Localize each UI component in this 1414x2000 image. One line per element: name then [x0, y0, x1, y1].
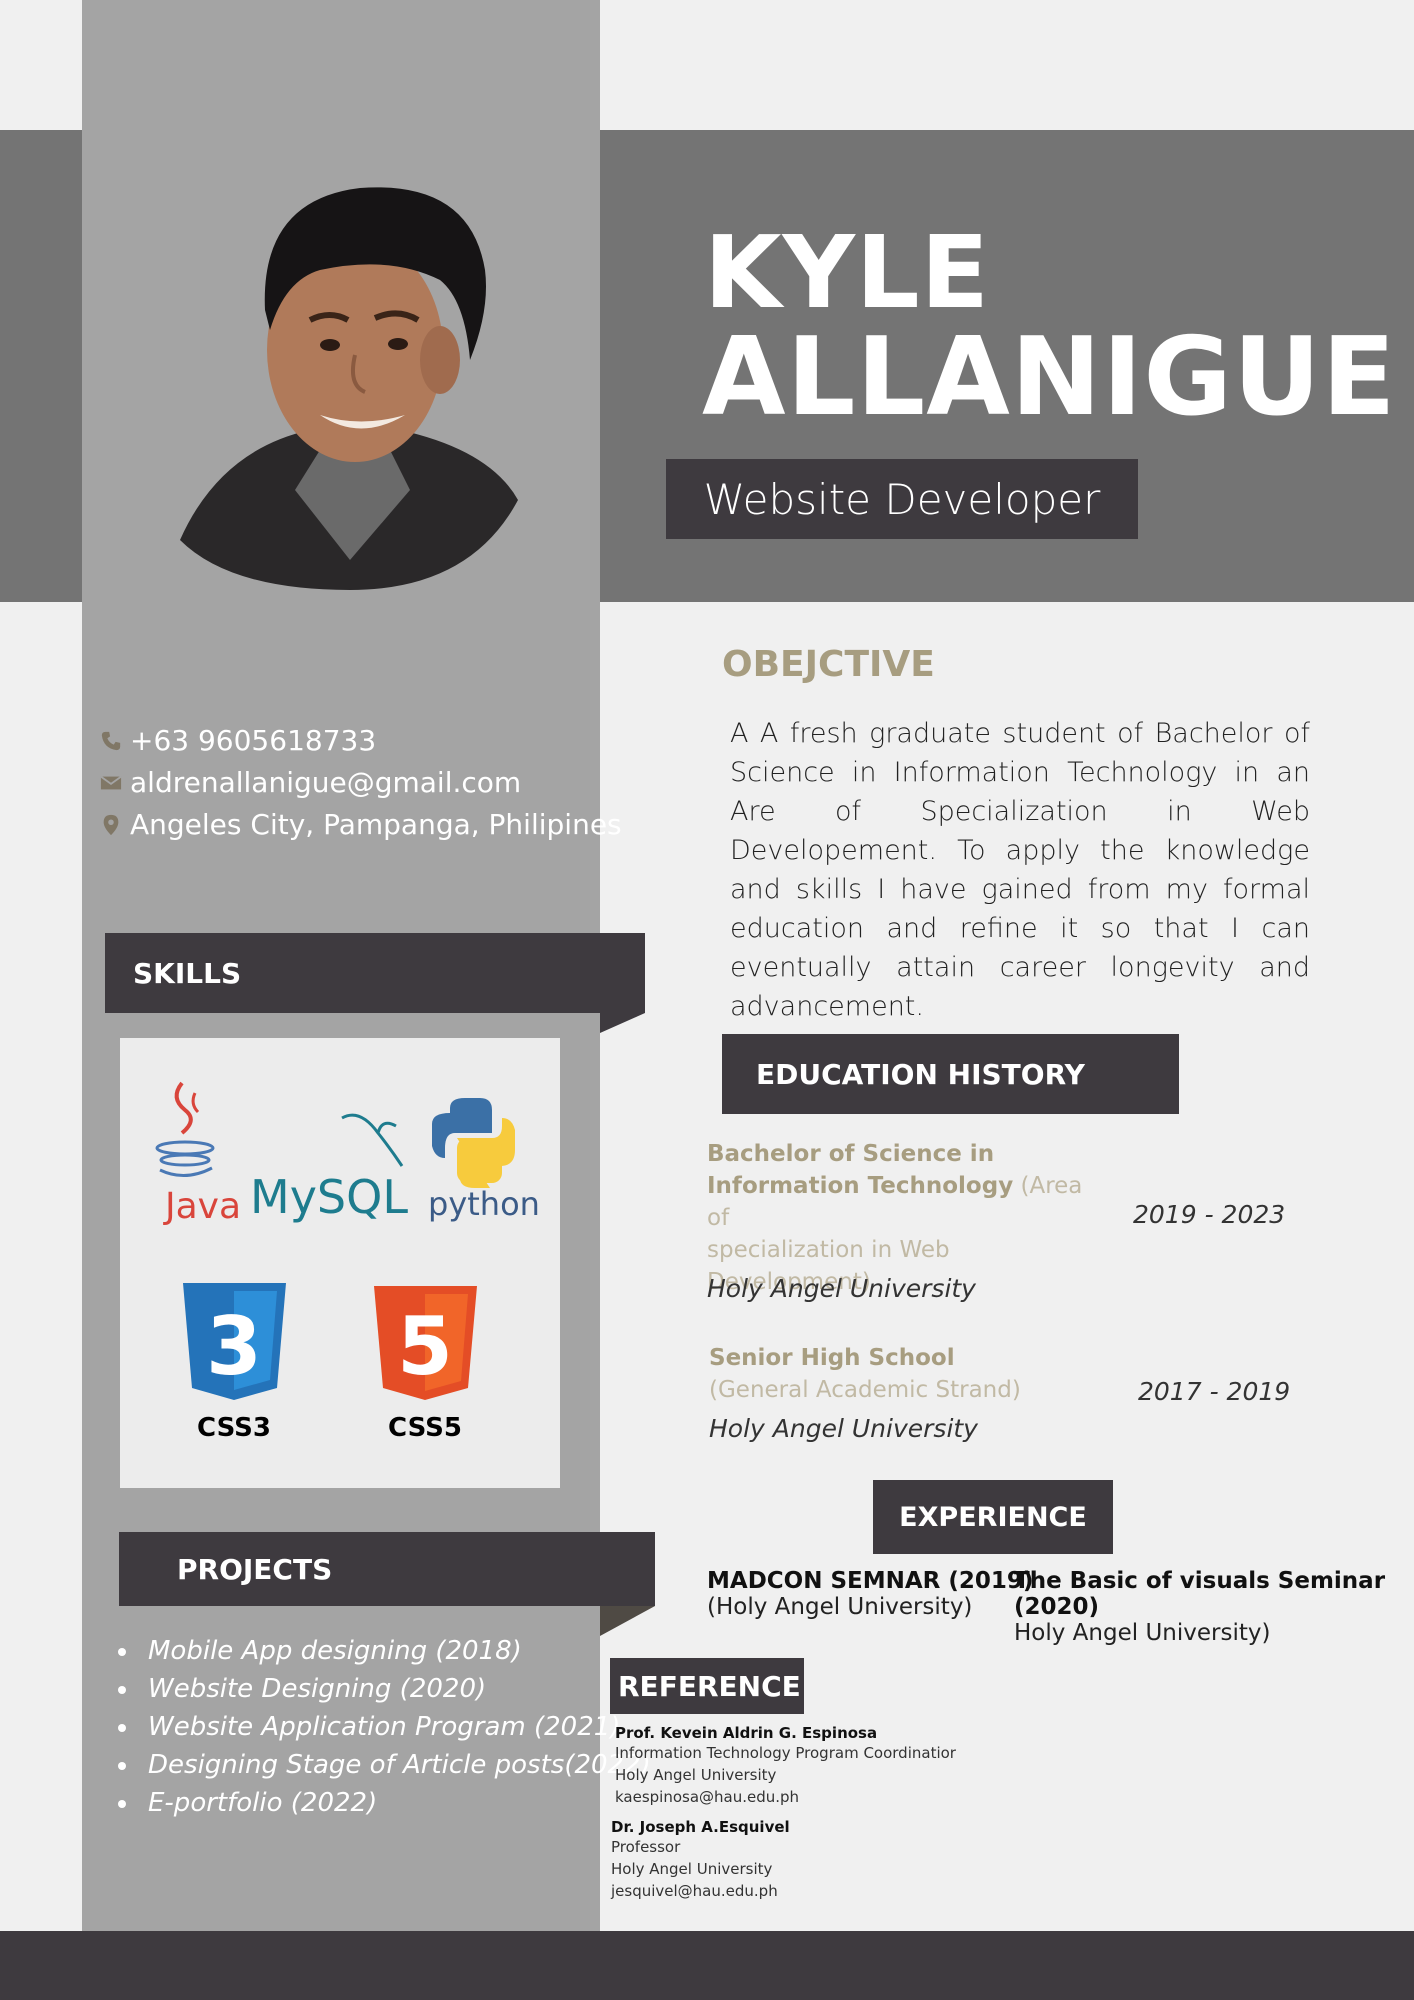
reference-position: Information Technology Program Coordinat… — [615, 1744, 956, 1762]
python-logo: python — [428, 1098, 540, 1223]
education-years: 2019 - 2023 — [1133, 1200, 1286, 1229]
experience-title: MADCON SEMNAR (2019) — [707, 1568, 1034, 1594]
experience-header: EXPERIENCE — [873, 1480, 1113, 1554]
list-item: Mobile App designing (2018) — [140, 1632, 651, 1670]
mysql-label: MySQL — [250, 1170, 408, 1224]
reference-org: Holy Angel University — [611, 1860, 773, 1878]
list-item: Website Application Program (2021) — [140, 1708, 651, 1746]
experience-entry: The Basic of visuals Seminar (2020) Holy… — [1014, 1568, 1414, 1646]
css3-logo: 3 CSS3 — [183, 1283, 286, 1443]
first-name: KYLE — [704, 214, 990, 331]
education-school: Holy Angel University — [709, 1414, 978, 1443]
svg-text:3: 3 — [206, 1300, 262, 1393]
contact-phone: +63 9605618733 — [100, 724, 376, 757]
reference-name: Prof. Kevein Aldrin G. Espinosa — [615, 1724, 878, 1742]
list-item: Designing Stage of Article posts(2022) — [140, 1746, 651, 1784]
contact-email: aldrenallanigue@gmail.com — [100, 766, 521, 799]
objective-title: OBEJCTIVE — [722, 644, 935, 685]
home-address: Angeles City, Pampanga, Philipines — [130, 808, 622, 841]
profile-photo — [180, 187, 518, 590]
footer-band — [0, 1931, 1414, 2000]
degree-line-2: Information Technology — [707, 1173, 1014, 1199]
email-address: aldrenallanigue@gmail.com — [130, 766, 522, 799]
objective-text: A A fresh graduate student of Bachelor o… — [730, 718, 1310, 1022]
list-item: Website Designing (2020) — [140, 1670, 651, 1708]
education-header: EDUCATION HISTORY — [722, 1034, 1179, 1114]
mail-icon — [100, 775, 122, 789]
location-pin-icon — [103, 814, 119, 835]
reference-position: Professor — [611, 1838, 681, 1856]
degree-line-1: Bachelor of Science in — [707, 1141, 995, 1167]
skills-header-fold — [600, 1013, 645, 1033]
skills-header: SKILLS — [105, 933, 645, 1013]
css5-label: CSS5 — [388, 1413, 462, 1443]
phone-number: +63 9605618733 — [130, 724, 377, 757]
job-title: Website Developer — [666, 459, 1138, 539]
projects-header: PROJECTS — [119, 1532, 655, 1606]
degree-note-2: specialization in Web — [707, 1237, 950, 1263]
skills-logo-panel: Java MySQL python 3 CSS3 5 CSS5 — [120, 1038, 560, 1488]
projects-list: Mobile App designing (2018) Website Desi… — [108, 1632, 651, 1822]
experience-entry: MADCON SEMNAR (2019) (Holy Angel Univers… — [707, 1568, 1033, 1620]
experience-org: Holy Angel University) — [1014, 1620, 1271, 1646]
java-label: Java — [163, 1186, 241, 1227]
reference-header: REFERENCE — [610, 1658, 804, 1714]
degree-line-1: Senior High School — [709, 1345, 955, 1371]
reference-email: jesquivel@hau.edu.ph — [611, 1882, 778, 1900]
degree-note-1: (General Academic Strand) — [709, 1377, 1021, 1403]
phone-icon — [101, 731, 121, 750]
reference-entry: Dr. Joseph A.Esquivel Professor Holy Ang… — [611, 1818, 790, 1902]
experience-org: (Holy Angel University) — [707, 1594, 973, 1620]
reference-email: kaespinosa@hau.edu.ph — [615, 1788, 800, 1806]
svg-text:5: 5 — [397, 1300, 453, 1393]
education-years: 2017 - 2019 — [1138, 1377, 1291, 1406]
last-name: ALLANIGUE — [702, 315, 1397, 440]
python-label: python — [428, 1185, 540, 1223]
education-entry-degree: Senior High School (General Academic Str… — [709, 1342, 1109, 1406]
education-school: Holy Angel University — [707, 1274, 976, 1303]
experience-title: The Basic of visuals Seminar (2020) — [1014, 1568, 1386, 1620]
contact-address: Angeles City, Pampanga, Philipines — [100, 808, 622, 841]
java-logo: Java — [155, 1081, 241, 1227]
mysql-logo: MySQL — [250, 1113, 408, 1224]
reference-org: Holy Angel University — [615, 1766, 777, 1784]
html5-logo: 5 CSS5 — [374, 1286, 477, 1443]
reference-name: Dr. Joseph A.Esquivel — [611, 1818, 790, 1836]
css3-label: CSS3 — [197, 1413, 271, 1443]
list-item: E-portfolio (2022) — [140, 1784, 651, 1822]
skills-logos: Java MySQL python 3 CSS3 5 CSS5 — [155, 1081, 540, 1443]
reference-entry: Prof. Kevein Aldrin G. Espinosa Informat… — [615, 1724, 956, 1808]
